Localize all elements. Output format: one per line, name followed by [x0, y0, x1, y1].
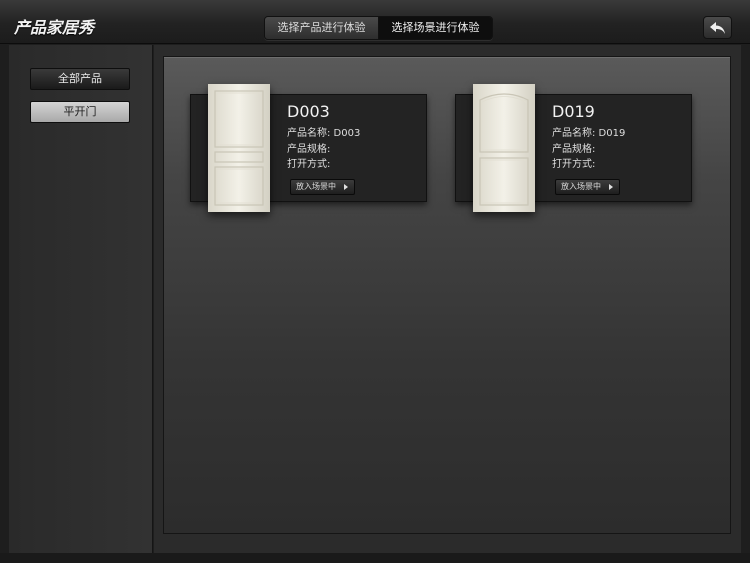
place-in-scene-button[interactable]: 放入场景中 — [290, 179, 355, 195]
bottom-edge — [0, 553, 750, 563]
play-arrow-icon — [609, 184, 613, 190]
back-button[interactable] — [703, 16, 732, 39]
tab-choose-product[interactable]: 选择产品进行体验 — [265, 17, 379, 39]
back-arrow-icon — [709, 21, 725, 34]
sidebar-item-swing-doors[interactable]: 平开门 — [30, 101, 130, 123]
tab-choose-scene[interactable]: 选择场景进行体验 — [379, 17, 492, 39]
product-open-type-line: 打开方式: — [552, 159, 596, 170]
sidebar-item-all-products[interactable]: 全部产品 — [30, 68, 130, 90]
product-name-line: 产品名称: D003 — [287, 128, 361, 139]
top-bar: 产品家居秀 选择产品进行体验 选择场景进行体验 — [0, 0, 750, 44]
play-arrow-icon — [344, 184, 348, 190]
main-area: D003 产品名称: D003 产品规格: 打开方式: 放入场景中 D019 产… — [154, 45, 741, 553]
product-name-line: 产品名称: D019 — [552, 128, 626, 139]
product-card[interactable]: D019 产品名称: D019 产品规格: 打开方式: 放入场景中 — [455, 84, 692, 212]
product-code: D019 — [552, 102, 595, 121]
app-logo: 产品家居秀 — [14, 18, 95, 37]
category-sidebar: 全部产品 平开门 — [9, 45, 153, 553]
place-in-scene-button[interactable]: 放入场景中 — [555, 179, 620, 195]
place-in-scene-label: 放入场景中 — [296, 182, 336, 191]
product-spec-line: 产品规格: — [552, 143, 596, 155]
place-in-scene-label: 放入场景中 — [561, 182, 601, 191]
product-card[interactable]: D003 产品名称: D003 产品规格: 打开方式: 放入场景中 — [190, 84, 427, 212]
product-info: D019 产品名称: D019 产品规格: 打开方式: — [552, 102, 692, 173]
experience-mode-switch: 选择产品进行体验 选择场景进行体验 — [264, 16, 493, 40]
product-code: D003 — [287, 102, 330, 121]
product-info: D003 产品名称: D003 产品规格: 打开方式: — [287, 102, 427, 173]
product-spec-line: 产品规格: — [287, 143, 331, 155]
door-thumbnail — [208, 84, 270, 212]
product-panel: D003 产品名称: D003 产品规格: 打开方式: 放入场景中 D019 产… — [163, 56, 731, 534]
door-thumbnail — [473, 84, 535, 212]
product-open-type-line: 打开方式: — [287, 159, 331, 170]
